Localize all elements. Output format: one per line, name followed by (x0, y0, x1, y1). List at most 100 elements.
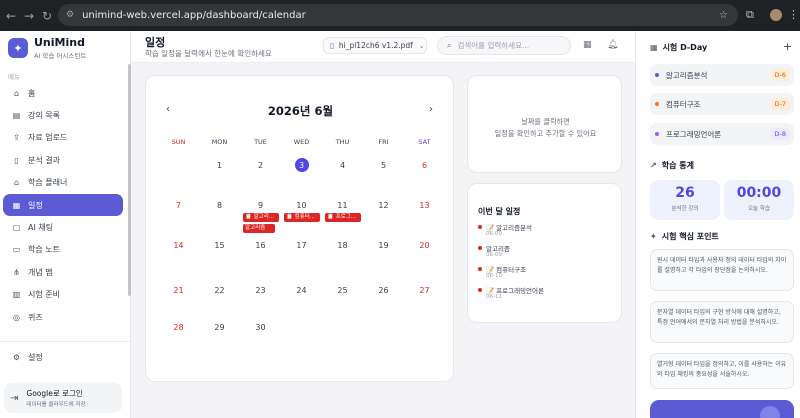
calendar-day[interactable]: 24 (281, 286, 322, 295)
list-icon: ▤ (12, 111, 21, 121)
browser-toolbar: ← → ↻ ⚙ unimind-web.vercel.app/dashboard… (0, 0, 800, 31)
forward-icon[interactable]: → (20, 9, 38, 23)
calendar-day[interactable]: 12 (363, 201, 404, 210)
calendar-day[interactable]: 8 (199, 201, 240, 210)
search-input[interactable] (457, 41, 568, 50)
dday-section-title: ▦ 시험 D-Day (650, 42, 707, 53)
sidebar-item-exam-prep[interactable]: ▥ 시험 준비 (3, 284, 123, 306)
calendar-day[interactable]: 10 (281, 201, 322, 210)
stats-title-text: 학습 통계 (661, 161, 694, 170)
sidebar-item-calendar[interactable]: ▦ 일정 (3, 193, 123, 217)
sidebar-scrollbar[interactable] (128, 64, 131, 296)
calendar-icon[interactable]: ▦ (583, 40, 592, 50)
dday-badge: D-7 (770, 98, 790, 110)
sidebar-item-ai-chat[interactable]: ▢ AI 채팅 (3, 216, 123, 238)
reload-icon[interactable]: ↻ (38, 9, 56, 23)
calendar-day-today[interactable]: 3 (294, 158, 309, 172)
hint-line-1: 날짜를 클릭하면 (521, 117, 570, 126)
calendar-day[interactable]: 13 (404, 201, 445, 210)
address-bar[interactable]: ⚙ unimind-web.vercel.app/dashboard/calen… (58, 4, 738, 26)
sidebar-item-planner[interactable]: ⌂ 학습 플래너 (3, 172, 123, 194)
sidebar-item-analysis[interactable]: ▯ 분석 결과 (3, 149, 123, 171)
calendar-day[interactable]: 1 (199, 161, 240, 170)
hint-card: 날짜를 클릭하면 일정을 확인하고 추가할 수 있어요 (467, 75, 622, 173)
next-month-icon[interactable]: › (429, 104, 433, 115)
calendar-day[interactable]: 18 (322, 241, 363, 250)
calendar-day[interactable]: 5 (363, 161, 404, 170)
calendar-event[interactable]: 📋 알고리... (243, 213, 279, 222)
calendar-day[interactable]: 23 (240, 286, 281, 295)
back-icon[interactable]: ← (2, 9, 20, 23)
calendar-day[interactable]: 17 (281, 241, 322, 250)
login-subtitle: 데이터를 클라우드에 저장 (26, 402, 86, 408)
sidebar-item-home[interactable]: ⌂ 홈 (3, 82, 123, 104)
brand[interactable]: ✦ UniMind AI 학습 어시스턴트 (8, 36, 86, 60)
sidebar-item-label: 학습 노트 (28, 245, 60, 255)
search-box[interactable]: ⌕ (437, 36, 571, 55)
dday-dot (655, 102, 659, 106)
chat-icon: ▢ (12, 223, 21, 233)
points-title-text: 시험 핵심 포인트 (661, 232, 719, 241)
bell-icon[interactable]: 🔔︎ (607, 40, 618, 50)
unimind-logo-icon: ✦ (8, 38, 28, 58)
sidebar-item-upload[interactable]: ⇪ 자료 업로드 (3, 127, 123, 149)
calendar-day[interactable]: 4 (322, 161, 363, 170)
calendar-day[interactable]: 2 (240, 161, 281, 170)
bookmark-star-icon[interactable]: ☆ (719, 10, 728, 21)
calendar-day[interactable]: 21 (158, 286, 199, 295)
calendar-event[interactable]: 📋 컴퓨터... (284, 213, 320, 222)
add-dday-icon[interactable]: + (783, 40, 792, 53)
extensions-icon[interactable]: ⧉ (746, 8, 754, 22)
calendar-day[interactable]: 15 (199, 241, 240, 250)
sidebar-menu: ⌂ 홈 ▤ 강의 목록 ⇪ 자료 업로드 ▯ 분석 결과 ⌂ 학습 플래너 ▦ 일정 ▢ AI… (0, 82, 126, 328)
month-event-date: 06-11 (486, 294, 502, 300)
month-event-date: 06-09 (486, 252, 502, 258)
login-title: Google로 로그인 (26, 389, 83, 398)
target-icon: ◎ (13, 312, 20, 322)
calendar-day[interactable]: 7 (158, 201, 199, 210)
document-icon: ▯ (14, 155, 19, 165)
browser-menu-icon[interactable]: ⋮ (788, 8, 799, 21)
calendar-day[interactable]: 29 (199, 323, 240, 332)
page-subtitle: 학습 일정을 달력에서 한눈에 확인하세요 (145, 49, 272, 58)
sidebar-item-settings[interactable]: ⚙ 설정 (3, 346, 123, 368)
dday-name: 프로그래밍언어론 (666, 130, 722, 139)
sidebar-item-quiz[interactable]: ◎ 퀴즈 (3, 306, 123, 328)
sidebar-item-label: 분석 결과 (28, 155, 60, 165)
site-info-icon[interactable]: ⚙ (66, 10, 74, 20)
calendar-day[interactable]: 19 (363, 241, 404, 250)
dday-item[interactable]: 알고리즘분석 D-6 (650, 64, 794, 86)
calendar-day[interactable]: 16 (240, 241, 281, 250)
calendar-day[interactable]: 14 (158, 241, 199, 250)
calendar-day[interactable]: 6 (404, 161, 445, 170)
sidebar-item-concept-map[interactable]: ⋔ 개념 맵 (3, 261, 123, 283)
dday-dot (655, 132, 659, 136)
calendar-event[interactable]: 알고리즘 (243, 224, 275, 233)
calendar-icon: ▦ (12, 200, 21, 210)
sidebar-item-label: 개념 맵 (28, 267, 53, 277)
sidebar-item-lectures[interactable]: ▤ 강의 목록 (3, 104, 123, 126)
calendar-day[interactable]: 26 (363, 286, 404, 295)
sidebar-item-notes[interactable]: ▭ 학습 노트 (3, 239, 123, 261)
google-login-button[interactable]: ⇥ Google로 로그인 데이터를 클라우드에 저장 (4, 383, 122, 413)
sidebar-item-label: 자료 업로드 (28, 133, 68, 143)
file-select[interactable]: ▯ hi_pl12ch6 v1.2.pdf ⌄ (323, 37, 427, 54)
calendar-day[interactable]: 22 (199, 286, 240, 295)
calendar-day[interactable]: 25 (322, 286, 363, 295)
calendar-day[interactable]: 28 (158, 323, 199, 332)
graduation-cap-icon: ⌂ (13, 178, 20, 188)
calendar-day[interactable]: 20 (404, 241, 445, 250)
trending-up-icon: ↗ (650, 161, 657, 170)
calendar-day[interactable]: 11 (322, 201, 363, 210)
sidebar-item-label: 일정 (28, 200, 43, 210)
calendar-day[interactable]: 30 (240, 323, 281, 332)
calendar-day[interactable]: 9 (240, 201, 281, 210)
dday-item[interactable]: 컴퓨터구조 D-7 (650, 93, 794, 115)
dday-item[interactable]: 프로그래밍언어론 D-8 (650, 123, 794, 145)
calendar-day[interactable]: 27 (404, 286, 445, 295)
stat-value: 26 (675, 185, 695, 201)
chevron-down-icon: ⌄ (418, 41, 425, 50)
assistant-button[interactable] (650, 400, 794, 418)
calendar-event[interactable]: 📋 프로그... (325, 213, 361, 222)
profile-avatar[interactable] (770, 9, 782, 21)
